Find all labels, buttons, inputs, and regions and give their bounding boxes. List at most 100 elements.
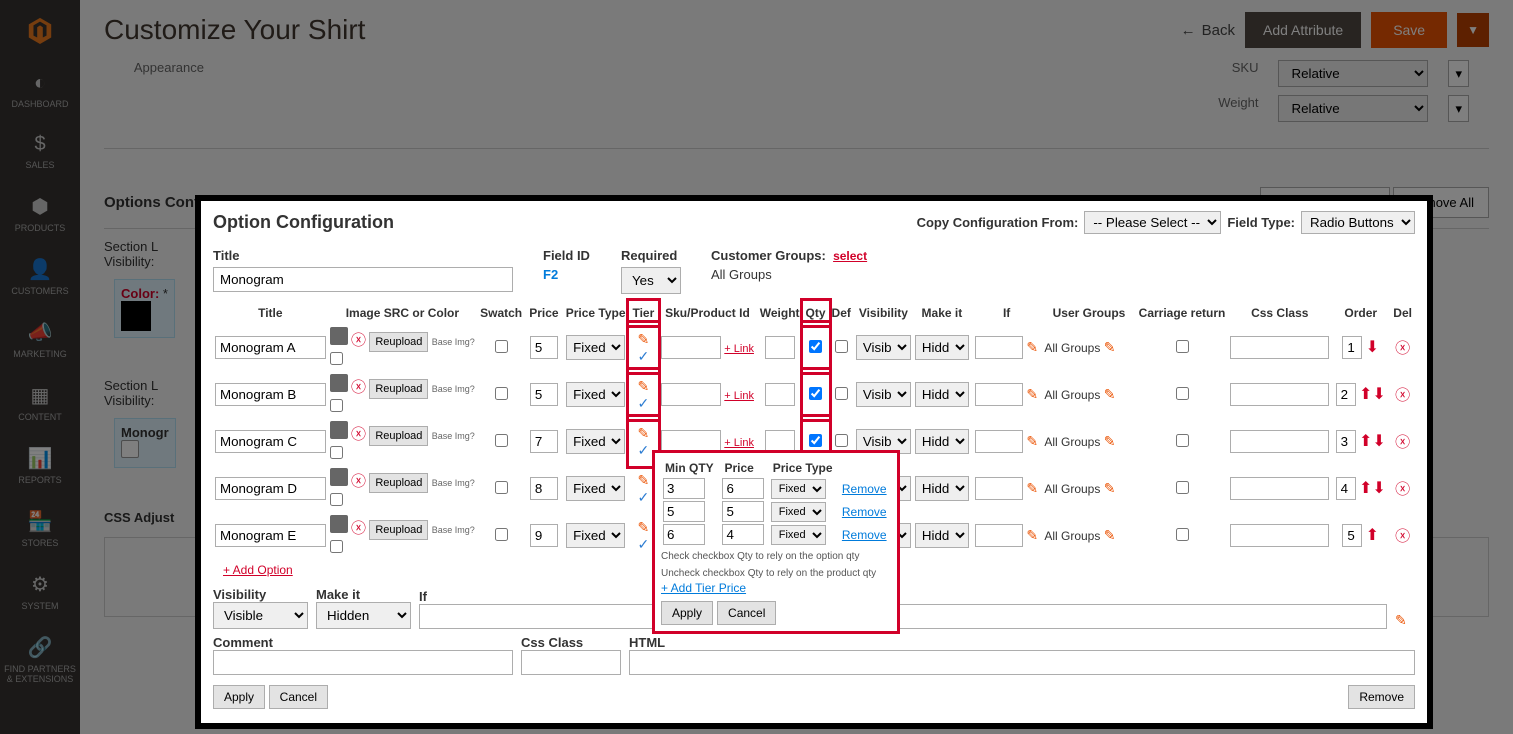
add-option-link[interactable]: + Add Option (213, 559, 293, 581)
swatch-checkbox[interactable] (495, 387, 508, 400)
pencil-icon[interactable]: ✎ (1104, 339, 1116, 355)
row-title-input[interactable] (215, 477, 326, 500)
order-input[interactable] (1336, 430, 1356, 453)
tier-remove-link[interactable]: Remove (842, 482, 887, 496)
def-checkbox[interactable] (835, 387, 848, 400)
price-input[interactable] (530, 336, 558, 359)
order-input[interactable] (1342, 524, 1362, 547)
carriage-checkbox[interactable] (1176, 434, 1189, 447)
pencil-icon[interactable]: ✎ (1026, 433, 1038, 449)
html-input[interactable] (629, 650, 1415, 675)
row-title-input[interactable] (215, 524, 326, 547)
row-make-it-select[interactable]: Hidd (915, 382, 969, 407)
copy-from-select[interactable]: -- Please Select -- (1084, 211, 1221, 234)
css-class-input[interactable] (1230, 477, 1329, 500)
base-img-checkbox[interactable] (330, 493, 343, 506)
delete-row-icon[interactable]: ⓧ (1395, 481, 1410, 498)
modal-cancel-button[interactable]: Cancel (269, 685, 328, 709)
pencil-icon[interactable]: ✎ (1026, 480, 1038, 496)
pencil-icon[interactable]: ✎ (1104, 480, 1116, 496)
pencil-icon[interactable]: ✎ (1104, 527, 1116, 543)
tier-qty-input[interactable] (663, 478, 705, 499)
row-make-it-select[interactable]: Hidd (915, 476, 969, 501)
qty-checkbox[interactable] (809, 387, 822, 400)
reupload-button[interactable]: Reupload (369, 332, 428, 352)
delete-row-icon[interactable]: ⓧ (1395, 434, 1410, 451)
arrow-down-icon[interactable]: ⬇ (1372, 433, 1385, 450)
delete-image-icon[interactable]: ⓧ (351, 332, 366, 349)
reupload-button[interactable]: Reupload (369, 473, 428, 493)
arrow-up-icon[interactable]: ⬆ (1359, 386, 1372, 403)
tier-remove-link[interactable]: Remove (842, 528, 887, 542)
pencil-icon[interactable]: ✎ (1104, 386, 1116, 402)
order-input[interactable] (1336, 383, 1356, 406)
tier-qty-input[interactable] (663, 501, 705, 522)
pencil-icon[interactable]: ✎ (1026, 339, 1038, 355)
if-input[interactable] (975, 477, 1023, 500)
reupload-button[interactable]: Reupload (369, 520, 428, 540)
carriage-checkbox[interactable] (1176, 528, 1189, 541)
price-type-select[interactable]: Fixed (566, 429, 625, 454)
css-class-input[interactable] (1230, 524, 1329, 547)
row-visibility-select[interactable]: Visib (856, 335, 911, 360)
arrow-up-icon[interactable]: ⬆ (1366, 527, 1379, 544)
tier-edit-icon[interactable]: ✎ (637, 425, 649, 441)
swatch-checkbox[interactable] (495, 528, 508, 541)
pencil-icon[interactable]: ✎ (1104, 433, 1116, 449)
if-input[interactable] (975, 430, 1023, 453)
row-title-input[interactable] (215, 336, 326, 359)
tier-price-input[interactable] (722, 524, 764, 545)
row-visibility-select[interactable]: Visib (856, 382, 911, 407)
if-input[interactable] (975, 336, 1023, 359)
row-make-it-select[interactable]: Hidd (915, 523, 969, 548)
arrow-up-icon[interactable]: ⬆ (1359, 480, 1372, 497)
css-class-input[interactable] (1230, 430, 1329, 453)
order-input[interactable] (1342, 336, 1362, 359)
row-make-it-select[interactable]: Hidd (915, 335, 969, 360)
tier-price-input[interactable] (722, 478, 764, 499)
price-input[interactable] (530, 524, 558, 547)
tier-apply-button[interactable]: Apply (661, 601, 713, 625)
price-type-select[interactable]: Fixed (566, 335, 625, 360)
weight-input[interactable] (765, 336, 795, 359)
modal-apply-button[interactable]: Apply (213, 685, 265, 709)
bottom-visibility-select[interactable]: Visible (213, 602, 308, 629)
tier-edit-icon[interactable]: ✎ (637, 472, 649, 488)
weight-input[interactable] (765, 383, 795, 406)
css-class-input[interactable] (1230, 383, 1329, 406)
order-input[interactable] (1336, 477, 1356, 500)
base-img-checkbox[interactable] (330, 446, 343, 459)
required-select[interactable]: Yes (621, 267, 681, 294)
reupload-button[interactable]: Reupload (369, 426, 428, 446)
row-title-input[interactable] (215, 430, 326, 453)
row-make-it-select[interactable]: Hidd (915, 429, 969, 454)
swatch-checkbox[interactable] (495, 481, 508, 494)
price-input[interactable] (530, 477, 558, 500)
tier-qty-input[interactable] (663, 524, 705, 545)
tier-cancel-button[interactable]: Cancel (717, 601, 776, 625)
css-class-input[interactable] (521, 650, 621, 675)
comment-input[interactable] (213, 650, 513, 675)
arrow-down-icon[interactable]: ⬇ (1372, 386, 1385, 403)
bottom-if-input[interactable] (419, 604, 1387, 629)
delete-row-icon[interactable]: ⓧ (1395, 340, 1410, 357)
tier-edit-icon[interactable]: ✎ (637, 378, 649, 394)
carriage-checkbox[interactable] (1176, 387, 1189, 400)
delete-row-icon[interactable]: ⓧ (1395, 387, 1410, 404)
base-img-checkbox[interactable] (330, 399, 343, 412)
sku-input[interactable] (661, 336, 721, 359)
price-input[interactable] (530, 383, 558, 406)
arrow-down-icon[interactable]: ⬇ (1366, 339, 1379, 356)
delete-image-icon[interactable]: ⓧ (351, 426, 366, 443)
add-tier-price-link[interactable]: + Add Tier Price (661, 581, 746, 595)
sku-input[interactable] (661, 383, 721, 406)
tier-price-input[interactable] (722, 501, 764, 522)
tier-type-select[interactable]: Fixed (771, 502, 826, 522)
if-input[interactable] (975, 383, 1023, 406)
row-title-input[interactable] (215, 383, 326, 406)
tier-type-select[interactable]: Fixed (771, 479, 826, 499)
price-type-select[interactable]: Fixed (566, 476, 625, 501)
link-sku[interactable]: + Link (724, 390, 754, 402)
reupload-button[interactable]: Reupload (369, 379, 428, 399)
carriage-checkbox[interactable] (1176, 340, 1189, 353)
